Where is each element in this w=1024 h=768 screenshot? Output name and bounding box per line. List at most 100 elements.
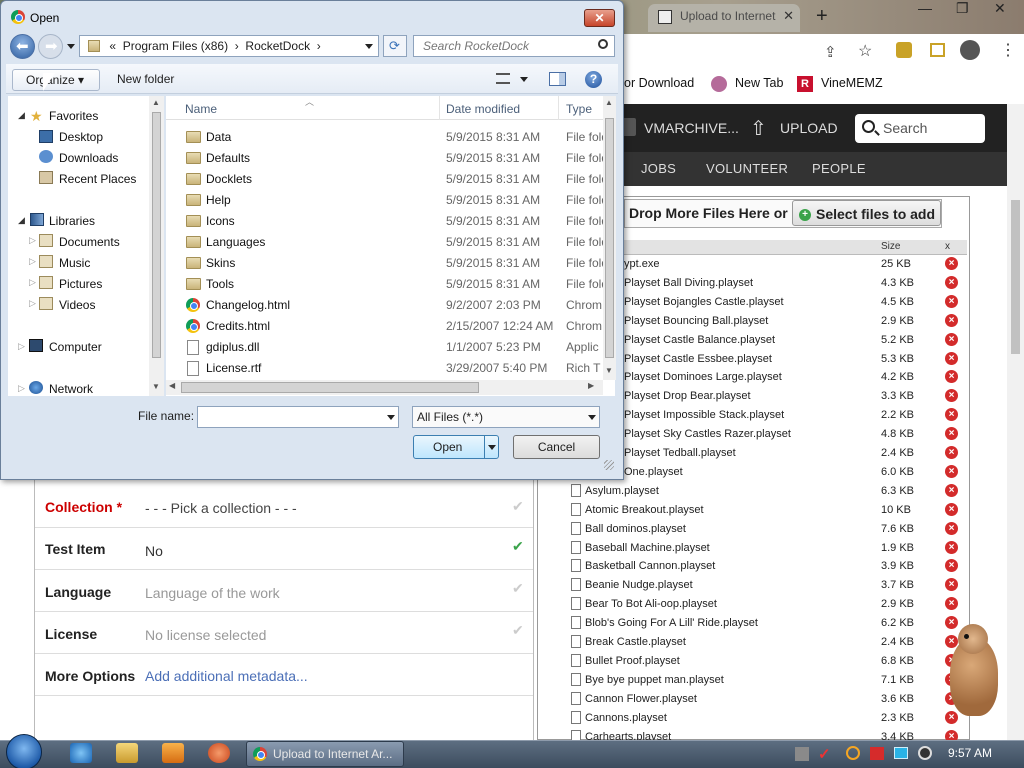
back-button[interactable]: ⬅ xyxy=(10,34,35,59)
remove-file-icon[interactable]: × xyxy=(945,294,958,308)
remove-file-icon[interactable]: × xyxy=(945,559,958,573)
language-value[interactable]: Language of the work xyxy=(145,585,280,601)
upload-link[interactable]: UPLOAD xyxy=(780,120,838,136)
expand-computer-icon[interactable]: ▷ xyxy=(18,341,25,352)
nav-documents[interactable]: Documents xyxy=(59,235,120,249)
remove-file-icon[interactable]: × xyxy=(945,578,958,592)
scrollbar-thumb[interactable] xyxy=(1011,200,1020,354)
file-row[interactable]: Languages 5/9/2015 8:31 AM File fold xyxy=(183,232,603,253)
dialog-close-button[interactable]: ✕ xyxy=(584,9,615,27)
nav-libraries[interactable]: Libraries xyxy=(49,214,95,228)
file-list-vertical-scrollbar[interactable]: ▲ ▼ xyxy=(603,96,616,380)
navigation-pane-scrollbar[interactable]: ▲ ▼ xyxy=(149,96,164,396)
file-row[interactable]: Icons 5/9/2015 8:31 AM File fold xyxy=(183,211,603,232)
new-tab-icon[interactable]: + xyxy=(816,5,828,28)
help-icon[interactable]: ? xyxy=(585,71,602,88)
app-icon[interactable] xyxy=(208,743,230,763)
address-breadcrumb[interactable]: « Program Files (x86) › RocketDock › xyxy=(79,35,379,57)
add-metadata-link[interactable]: Add additional metadata... xyxy=(145,668,308,684)
organize-button[interactable]: Organize ▾ xyxy=(12,69,100,91)
sidepanel-icon[interactable] xyxy=(930,43,945,57)
scroll-down-icon[interactable]: ▼ xyxy=(605,366,613,375)
network-tray-icon[interactable] xyxy=(894,747,908,759)
scroll-up-icon[interactable]: ▲ xyxy=(152,98,160,107)
scrollbar-thumb[interactable] xyxy=(605,118,614,358)
date-column-header[interactable]: Date modified xyxy=(446,102,520,116)
license-value[interactable]: No license selected xyxy=(145,627,266,643)
address-chevron-down-icon[interactable] xyxy=(365,44,373,49)
file-row[interactable]: Skins 5/9/2015 8:31 AM File fold xyxy=(183,253,603,274)
user-name[interactable]: VMARCHIVE... xyxy=(644,120,739,136)
minimize-icon[interactable]: — xyxy=(918,0,932,20)
nav-downloads[interactable]: Downloads xyxy=(59,151,118,165)
file-type-select[interactable]: All Files (*.*) xyxy=(412,406,600,428)
remove-file-icon[interactable]: × xyxy=(945,275,958,289)
file-name-input[interactable] xyxy=(197,406,399,428)
tray-search-icon[interactable] xyxy=(846,746,860,760)
menu-kebab-icon[interactable]: ⋮ xyxy=(1000,40,1016,60)
nav-videos[interactable]: Videos xyxy=(59,298,95,312)
expand-favorites-icon[interactable]: ◢ xyxy=(18,110,25,121)
remove-file-icon[interactable]: × xyxy=(945,370,958,384)
scroll-down-icon[interactable]: ▼ xyxy=(152,382,160,391)
recent-pages-chevron-down-icon[interactable] xyxy=(67,44,75,49)
preview-pane-icon[interactable] xyxy=(549,72,566,86)
metadata-row-license[interactable]: License No license selected ✔ xyxy=(35,612,533,654)
remove-file-icon[interactable]: × xyxy=(945,464,958,478)
nav-pictures[interactable]: Pictures xyxy=(59,277,102,291)
file-row[interactable]: Defaults 5/9/2015 8:31 AM File fold xyxy=(183,148,603,169)
column-divider[interactable] xyxy=(558,96,559,120)
new-folder-button[interactable]: New folder xyxy=(117,72,174,86)
remove-file-icon[interactable]: × xyxy=(945,408,958,422)
file-list-horizontal-scrollbar[interactable]: ◀ ▶ xyxy=(166,380,603,395)
select-files-button[interactable]: + Select files to add xyxy=(792,200,941,226)
file-row[interactable]: Data 5/9/2015 8:31 AM File fold xyxy=(183,127,603,148)
cancel-button[interactable]: Cancel xyxy=(513,435,600,459)
metadata-row-test-item[interactable]: Test Item No ✔ xyxy=(35,528,533,570)
nav-favorites[interactable]: Favorites xyxy=(49,109,98,123)
scroll-up-icon[interactable]: ▲ xyxy=(605,98,613,107)
metadata-row-collection[interactable]: Collection * - - - Pick a collection - -… xyxy=(35,486,533,528)
scroll-left-icon[interactable]: ◀ xyxy=(169,381,175,390)
expand-chevron-icon[interactable]: ▷ xyxy=(29,298,36,309)
remove-file-icon[interactable]: × xyxy=(945,483,958,497)
scrollbar-thumb[interactable] xyxy=(152,112,161,358)
page-scrollbar[interactable] xyxy=(1007,104,1024,740)
nav-network[interactable]: Network xyxy=(49,382,93,396)
start-button[interactable] xyxy=(6,734,42,768)
remove-file-icon[interactable]: × xyxy=(945,446,958,459)
expand-libraries-icon[interactable]: ◢ xyxy=(18,215,25,226)
type-column-header[interactable]: Type xyxy=(566,102,592,116)
name-column-header[interactable]: Name xyxy=(185,102,217,116)
file-row[interactable]: Changelog.html 9/2/2007 2:03 PM Chrom xyxy=(183,295,603,316)
search-folder-input[interactable]: Search RocketDock xyxy=(413,35,615,57)
nav-desktop[interactable]: Desktop xyxy=(59,130,103,144)
bookmark-item[interactable]: New Tab xyxy=(735,76,783,90)
collection-select[interactable]: - - - Pick a collection - - - xyxy=(145,500,297,516)
taskbar-clock[interactable]: 9:57 AM xyxy=(948,746,992,760)
refresh-button[interactable]: ⟳ xyxy=(383,35,407,57)
breadcrumb-separator[interactable]: › xyxy=(317,39,321,53)
remove-file-icon[interactable]: × xyxy=(945,427,958,441)
remove-file-icon[interactable]: × xyxy=(945,332,958,346)
expand-chevron-icon[interactable]: ▷ xyxy=(29,256,36,267)
close-window-icon[interactable]: ✕ xyxy=(994,0,1006,20)
profile-avatar-icon[interactable] xyxy=(960,40,980,60)
file-type-chevron-down-icon[interactable] xyxy=(588,415,596,420)
remove-file-icon[interactable]: × xyxy=(945,351,958,365)
remove-file-icon[interactable]: × xyxy=(945,502,958,516)
internet-explorer-icon[interactable] xyxy=(70,743,92,763)
resize-grip-icon[interactable] xyxy=(604,460,614,470)
bookmark-item[interactable]: VineMEMZ xyxy=(821,76,883,90)
column-divider[interactable] xyxy=(439,96,440,120)
file-explorer-icon[interactable] xyxy=(116,743,138,763)
site-search-input[interactable]: Search xyxy=(855,114,985,143)
tray-app-icon[interactable] xyxy=(795,747,809,761)
metadata-row-more-options[interactable]: More Options Add additional metadata... xyxy=(35,654,533,696)
view-chevron-down-icon[interactable] xyxy=(520,77,528,82)
open-button[interactable]: Open xyxy=(413,435,499,459)
taskbar-active-window[interactable]: Upload to Internet Ar... xyxy=(246,741,404,767)
remove-file-icon[interactable]: × xyxy=(945,313,958,327)
media-player-icon[interactable] xyxy=(162,743,184,763)
file-row[interactable]: Docklets 5/9/2015 8:31 AM File fold xyxy=(183,169,603,190)
